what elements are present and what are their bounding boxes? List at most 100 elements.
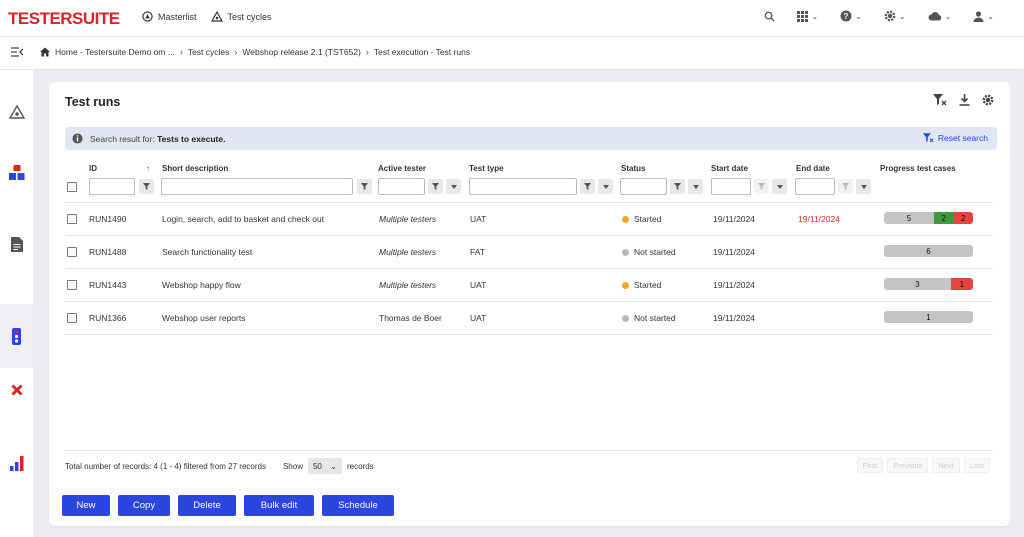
pager-first-button[interactable]: First xyxy=(856,458,884,473)
page-size-select[interactable]: 50 ⌄ xyxy=(307,458,342,474)
nav-test-cycles[interactable]: Test cycles xyxy=(210,11,272,22)
table-row[interactable]: RUN1366 Webshop user reports Thomas de B… xyxy=(49,302,1010,335)
bulk-edit-button[interactable]: Bulk edit xyxy=(244,495,314,516)
chevron-right-icon: › xyxy=(234,47,238,57)
column-header-start-date[interactable]: Start date xyxy=(711,164,748,173)
sidebar-item-reports[interactable] xyxy=(0,445,33,481)
row-test-type: UAT xyxy=(470,214,487,224)
progress-segment-not-run: 3 xyxy=(884,278,951,290)
filter-end-date-button[interactable] xyxy=(838,179,853,194)
row-checkbox[interactable] xyxy=(67,280,77,290)
filter-icon xyxy=(842,183,849,190)
schedule-button[interactable]: Schedule xyxy=(322,495,394,516)
filter-start-date-button[interactable] xyxy=(754,179,769,194)
filter-start-date-input[interactable] xyxy=(711,178,751,195)
filter-id-button[interactable] xyxy=(139,179,154,194)
column-header-end-date[interactable]: End date xyxy=(796,164,830,173)
copy-button[interactable]: Copy xyxy=(118,495,170,516)
caret-down-icon xyxy=(692,184,699,189)
page-size-value: 50 xyxy=(312,461,322,471)
row-checkbox[interactable] xyxy=(67,313,77,323)
status-dot-icon xyxy=(622,282,629,289)
filter-icon xyxy=(584,183,591,190)
row-description[interactable]: Search functionality test xyxy=(162,247,252,257)
info-icon xyxy=(72,133,83,144)
pager-previous-button[interactable]: Previous xyxy=(887,458,929,473)
collapse-sidebar-button[interactable] xyxy=(11,47,24,59)
sort-up-icon[interactable]: ↑ xyxy=(146,164,150,173)
row-id[interactable]: RUN1488 xyxy=(89,247,126,257)
row-description[interactable]: Login, search, add to basket and check o… xyxy=(162,214,324,224)
row-id[interactable]: RUN1490 xyxy=(89,214,126,224)
help-menu[interactable]: ? ⌄ xyxy=(840,10,862,22)
testersuite-logo[interactable]: TESTERSUITE xyxy=(8,9,120,29)
clear-filter-icon[interactable] xyxy=(933,94,947,106)
column-header-test-type[interactable]: Test type xyxy=(469,164,504,173)
filter-status-input[interactable] xyxy=(620,178,667,195)
nav-masterlist[interactable]: Masterlist xyxy=(142,11,197,22)
reset-search-label: Reset search xyxy=(937,133,988,143)
table-row[interactable]: RUN1443 Webshop happy flow Multiple test… xyxy=(49,269,1010,302)
breadcrumb-release[interactable]: Webshop release 2.1 (TST652) xyxy=(242,47,360,57)
breadcrumb-test-cycles[interactable]: Test cycles xyxy=(188,47,230,57)
column-header-description[interactable]: Short description xyxy=(162,164,228,173)
user-menu[interactable]: ⌄ xyxy=(973,10,994,22)
select-all-checkbox[interactable] xyxy=(67,182,77,192)
download-icon[interactable] xyxy=(959,94,970,106)
filter-tester-dropdown[interactable] xyxy=(446,179,461,194)
filter-test-type-dropdown[interactable] xyxy=(598,179,613,194)
show-label: Show xyxy=(282,461,303,471)
column-header-status[interactable]: Status xyxy=(621,164,645,173)
sidebar-item-test-cycles[interactable] xyxy=(0,94,33,130)
row-test-type: UAT xyxy=(470,313,487,323)
row-description[interactable]: Webshop happy flow xyxy=(162,280,241,290)
row-description[interactable]: Webshop user reports xyxy=(162,313,245,323)
chevron-down-icon: ⌄ xyxy=(811,11,819,21)
filter-id-input[interactable] xyxy=(89,178,135,195)
column-header-tester[interactable]: Active tester xyxy=(378,164,426,173)
apps-menu[interactable]: ⌄ xyxy=(797,10,819,22)
breadcrumb-home[interactable]: Home - Testersuite Demo om ... xyxy=(55,47,175,57)
filter-end-date-dropdown[interactable] xyxy=(856,179,871,194)
filter-description-input[interactable] xyxy=(161,178,353,195)
masterlist-icon xyxy=(142,11,153,22)
sidebar-item-documents[interactable] xyxy=(0,226,33,262)
footer-divider xyxy=(65,450,993,451)
filter-test-type-input[interactable] xyxy=(469,178,577,195)
reset-search-button[interactable]: Reset search xyxy=(922,133,988,143)
row-id[interactable]: RUN1366 xyxy=(89,313,126,323)
delete-button[interactable]: Delete xyxy=(178,495,236,516)
chevron-down-icon: ⌄ xyxy=(330,461,337,471)
new-button[interactable]: New xyxy=(62,495,110,516)
sidebar-item-execution[interactable] xyxy=(0,304,33,368)
settings-icon[interactable] xyxy=(982,94,994,106)
table-row[interactable]: RUN1490 Login, search, add to basket and… xyxy=(49,203,1010,236)
cloud-menu[interactable]: ⌄ xyxy=(928,11,951,21)
filter-description-button[interactable] xyxy=(357,179,372,194)
row-checkbox[interactable] xyxy=(67,214,77,224)
column-header-id[interactable]: ID xyxy=(89,164,97,173)
row-start-date: 19/11/2024 xyxy=(713,247,755,257)
filter-tester-button[interactable] xyxy=(428,179,443,194)
settings-menu[interactable]: ⌄ xyxy=(884,10,906,22)
column-header-progress[interactable]: Progress test cases xyxy=(880,164,956,173)
table-row[interactable]: RUN1488 Search functionality test Multip… xyxy=(49,236,1010,269)
row-status: Not started xyxy=(622,313,676,323)
filter-tester-input[interactable] xyxy=(378,178,425,195)
filter-test-type-button[interactable] xyxy=(580,179,595,194)
home-icon[interactable] xyxy=(40,47,50,57)
row-id[interactable]: RUN1443 xyxy=(89,280,126,290)
filter-status-dropdown[interactable] xyxy=(688,179,703,194)
top-bar: TESTERSUITE Masterlist Test cycles ⌄ ? ⌄… xyxy=(0,0,1024,36)
row-checkbox[interactable] xyxy=(67,247,77,257)
pager-last-button[interactable]: Last xyxy=(963,458,990,473)
cloud-icon xyxy=(928,12,941,21)
filter-end-date-input[interactable] xyxy=(795,178,835,195)
row-tester: Multiple testers xyxy=(379,247,437,257)
search-button[interactable] xyxy=(764,11,776,22)
sidebar-item-defects[interactable] xyxy=(0,372,33,408)
filter-status-button[interactable] xyxy=(670,179,685,194)
filter-start-date-dropdown[interactable] xyxy=(772,179,787,194)
sidebar-item-modules[interactable] xyxy=(0,154,33,190)
pager-next-button[interactable]: Next xyxy=(932,458,960,473)
